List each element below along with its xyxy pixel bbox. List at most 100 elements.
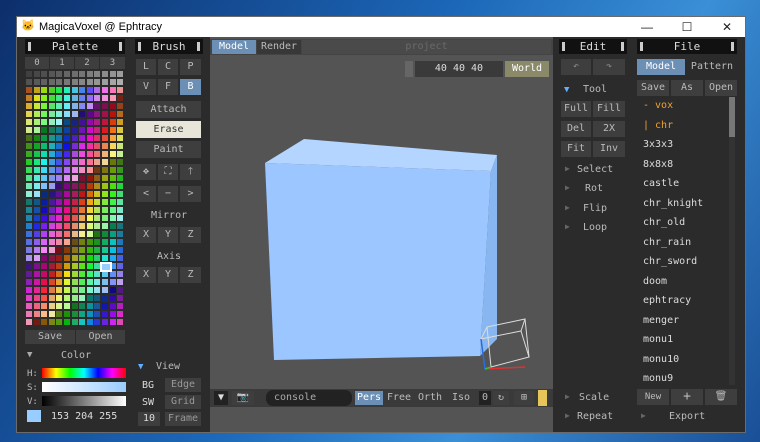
palette-swatch[interactable] [56, 207, 63, 213]
palette-swatch[interactable] [94, 311, 101, 317]
palette-swatch[interactable] [26, 295, 32, 301]
loop-label[interactable]: Loop [583, 222, 607, 233]
palette-swatch[interactable] [41, 311, 48, 317]
palette-swatch[interactable] [64, 279, 70, 285]
palette-tab-2[interactable]: 2 [75, 57, 99, 69]
palette-swatch[interactable] [56, 79, 63, 85]
palette-swatch[interactable] [86, 295, 93, 301]
grid-view-icon[interactable]: ⊞ [514, 391, 534, 405]
palette-swatch[interactable] [33, 175, 40, 181]
frame-button[interactable]: Frame [165, 412, 201, 426]
palette-swatch[interactable] [86, 311, 93, 317]
palette-swatch[interactable] [94, 247, 101, 253]
palette-swatch[interactable] [56, 183, 63, 189]
palette-swatch[interactable] [33, 247, 40, 253]
palette-swatch[interactable] [117, 111, 124, 117]
palette-swatch[interactable] [94, 135, 101, 141]
palette-swatch[interactable] [48, 159, 55, 165]
palette-swatch[interactable] [41, 175, 48, 181]
palette-swatch[interactable] [48, 239, 55, 245]
palette-swatch[interactable] [86, 111, 93, 117]
palette-swatch[interactable] [56, 247, 63, 253]
palette-swatch[interactable] [117, 255, 124, 261]
palette-swatch[interactable] [71, 263, 78, 269]
file-save-as-button[interactable]: As [671, 80, 703, 96]
palette-swatch[interactable] [64, 311, 70, 317]
full-button[interactable]: Full [561, 101, 591, 117]
del-button[interactable]: Del [561, 121, 591, 137]
palette-swatch[interactable] [48, 247, 55, 253]
palette-swatch[interactable] [26, 103, 32, 109]
edge-button[interactable]: Edge [165, 378, 201, 392]
palette-swatch[interactable] [33, 95, 40, 101]
palette-swatch[interactable] [94, 111, 101, 117]
palette-swatch[interactable] [117, 103, 124, 109]
palette-swatch[interactable] [71, 151, 78, 157]
palette-swatch[interactable] [117, 271, 124, 277]
palette-swatch[interactable] [56, 319, 63, 325]
palette-swatch[interactable] [64, 199, 70, 205]
flip-label[interactable]: Flip [583, 203, 607, 214]
view-collapse-icon[interactable]: ▼ [138, 362, 143, 372]
rot-expand-icon[interactable]: ▶ [565, 183, 570, 192]
rot-label[interactable]: Rot [585, 183, 603, 194]
palette-swatch[interactable] [79, 215, 86, 221]
fit-button[interactable]: Fit [561, 141, 591, 157]
list-item[interactable]: 8x8x8 [637, 155, 727, 175]
palette-swatch[interactable] [102, 231, 108, 237]
palette-swatch[interactable] [64, 95, 70, 101]
palette-swatch[interactable] [86, 167, 93, 173]
palette-swatch[interactable] [117, 119, 124, 125]
palette-swatch[interactable] [117, 223, 124, 229]
palette-swatch[interactable] [102, 207, 108, 213]
palette-swatch[interactable] [26, 191, 32, 197]
palette-swatch[interactable] [117, 231, 124, 237]
palette-swatch[interactable] [48, 207, 55, 213]
palette-swatch[interactable] [117, 87, 124, 93]
palette-swatch[interactable] [79, 111, 86, 117]
pers-button[interactable]: Pers [355, 391, 383, 405]
palette-swatch[interactable] [102, 95, 108, 101]
palette-swatch[interactable] [56, 263, 63, 269]
palette-swatch[interactable] [26, 135, 32, 141]
palette-swatch[interactable] [33, 271, 40, 277]
palette-swatch[interactable] [102, 223, 108, 229]
palette-swatch[interactable] [33, 191, 40, 197]
palette-swatch[interactable] [26, 271, 32, 277]
palette-swatch[interactable] [102, 79, 108, 85]
free-button[interactable]: Free [385, 391, 413, 405]
palette-swatch[interactable] [109, 111, 116, 117]
trash-icon[interactable]: 🗑 [705, 389, 737, 405]
palette-swatch[interactable] [71, 255, 78, 261]
palette-swatch[interactable] [33, 183, 40, 189]
palette-swatch[interactable] [71, 295, 78, 301]
new-file-button[interactable]: New [637, 389, 669, 405]
palette-swatch[interactable] [102, 135, 108, 141]
palette-swatch[interactable] [64, 231, 70, 237]
palette-swatch[interactable] [64, 127, 70, 133]
palette-swatch[interactable] [26, 127, 32, 133]
palette-swatch[interactable] [26, 183, 32, 189]
palette-swatch[interactable] [26, 95, 32, 101]
palette-swatch[interactable] [86, 279, 93, 285]
palette-swatch[interactable] [117, 247, 124, 253]
palette-swatch[interactable] [117, 95, 124, 101]
palette-swatch[interactable] [41, 103, 48, 109]
palette-swatch[interactable] [41, 71, 48, 77]
palette-swatch[interactable] [56, 103, 63, 109]
palette-swatch[interactable] [79, 271, 86, 277]
palette-swatch[interactable] [94, 239, 101, 245]
palette-swatch[interactable] [79, 223, 86, 229]
palette-swatch[interactable] [64, 239, 70, 245]
palette-swatch[interactable] [56, 239, 63, 245]
palette-swatch[interactable] [26, 287, 32, 293]
palette-swatch[interactable] [117, 127, 124, 133]
palette-swatch[interactable] [109, 159, 116, 165]
palette-swatch[interactable] [33, 79, 40, 85]
palette-swatch[interactable] [56, 143, 63, 149]
palette-swatch[interactable] [117, 311, 124, 317]
palette-swatch[interactable] [109, 103, 116, 109]
palette-swatch[interactable] [102, 167, 108, 173]
palette-swatch[interactable] [56, 295, 63, 301]
palette-swatch[interactable] [33, 111, 40, 117]
